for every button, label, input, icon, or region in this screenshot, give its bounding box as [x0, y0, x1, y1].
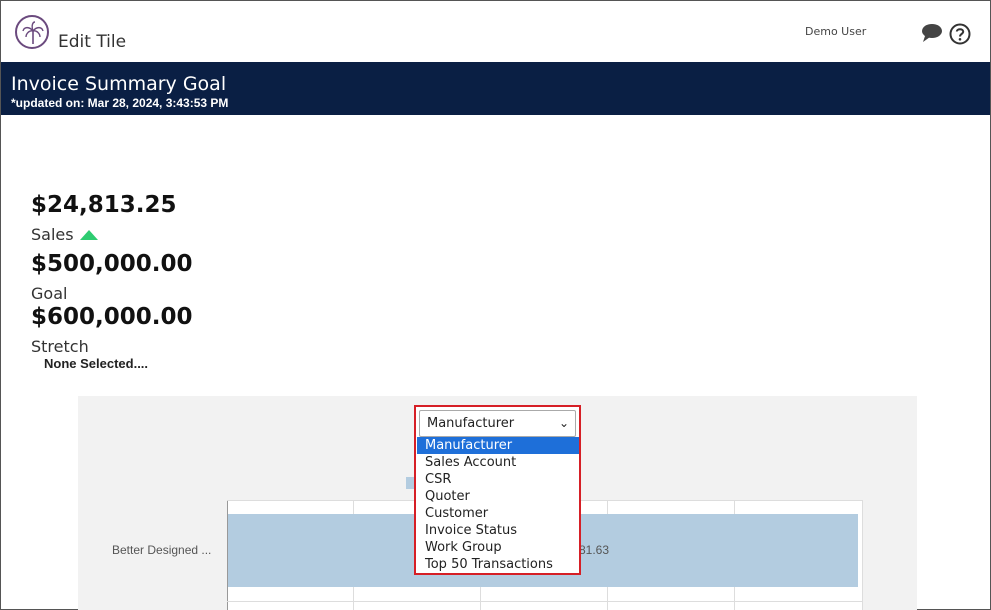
option-quoter[interactable]: Quoter — [417, 488, 579, 505]
tile-title: Invoice Summary Goal — [11, 73, 227, 95]
trend-up-icon — [80, 230, 98, 240]
option-customer[interactable]: Customer — [417, 505, 579, 522]
option-work-group[interactable]: Work Group — [417, 539, 579, 556]
stretch-label: Stretch — [31, 337, 89, 356]
category-label: Better Designed ... — [112, 543, 212, 557]
sales-value: $24,813.25 — [31, 192, 177, 218]
chat-icon[interactable] — [921, 23, 943, 48]
option-top-50-transactions[interactable]: Top 50 Transactions — [417, 556, 579, 573]
gridline-bottom — [227, 601, 863, 602]
app-header: Edit Tile Demo User — [1, 1, 990, 62]
gridline — [862, 500, 863, 610]
groupby-selected-value: Manufacturer — [427, 416, 515, 431]
option-invoice-status[interactable]: Invoice Status — [417, 522, 579, 539]
sales-label: Sales — [31, 225, 74, 244]
groupby-dropdown[interactable]: Manufacturer ⌄ Manufacturer Sales Accoun… — [414, 405, 581, 575]
groupby-select[interactable]: Manufacturer ⌄ — [419, 410, 576, 437]
stretch-value: $600,000.00 — [31, 304, 193, 330]
chevron-down-icon: ⌄ — [558, 416, 569, 430]
tile-title-bar: Invoice Summary Goal *updated on: Mar 28… — [1, 62, 990, 115]
goal-value: $500,000.00 — [31, 251, 193, 277]
dropdown-options: Manufacturer Sales Account CSR Quoter Cu… — [417, 437, 579, 573]
bar-value-label: 81.63 — [579, 543, 610, 557]
option-sales-account[interactable]: Sales Account — [417, 454, 579, 471]
page-title: Edit Tile — [58, 32, 127, 52]
option-manufacturer[interactable]: Manufacturer — [417, 437, 579, 454]
user-name[interactable]: Demo User — [805, 25, 866, 38]
help-icon[interactable] — [949, 23, 971, 50]
palm-logo-icon[interactable] — [15, 15, 49, 49]
updated-timestamp: *updated on: Mar 28, 2024, 3:43:53 PM — [11, 96, 229, 110]
selection-status: None Selected.... — [44, 356, 149, 371]
goal-label: Goal — [31, 284, 68, 303]
option-csr[interactable]: CSR — [417, 471, 579, 488]
